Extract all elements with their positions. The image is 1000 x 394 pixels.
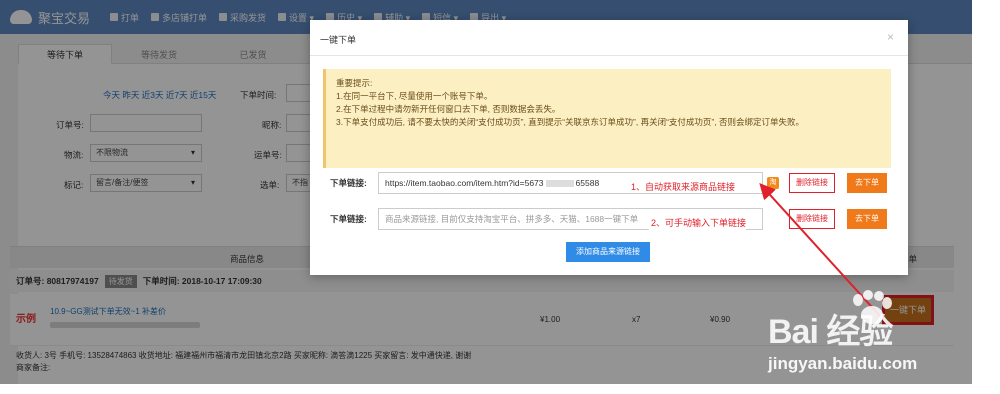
baidu-watermark: Bai 经验 jingyan.baidu.com: [738, 290, 968, 388]
watermark-url: jingyan.baidu.com: [768, 354, 918, 373]
watermark-brand: Bai 经验: [768, 313, 893, 351]
